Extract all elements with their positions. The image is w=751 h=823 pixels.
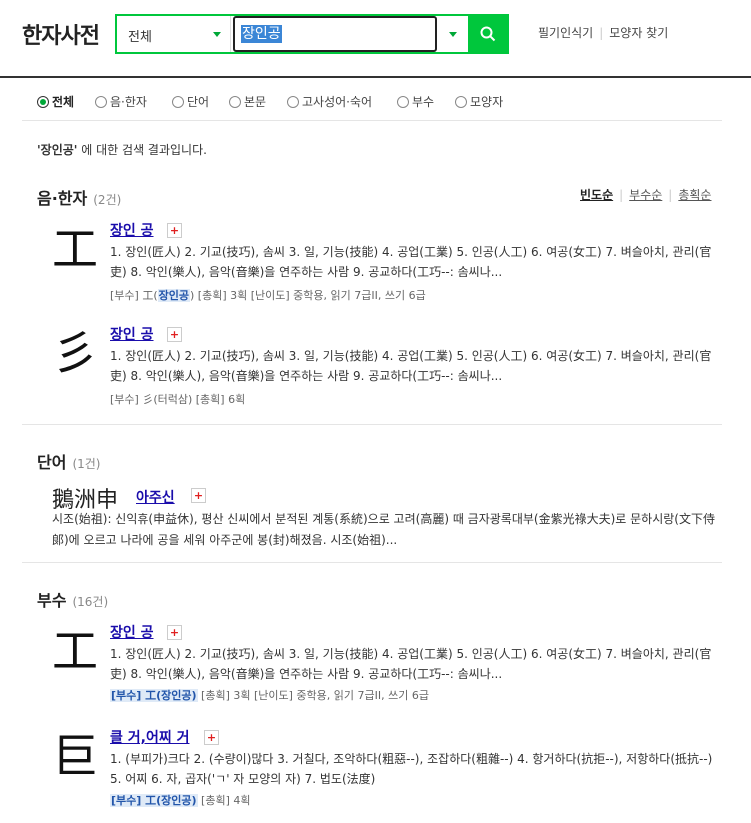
filter-word[interactable]: 단어: [172, 93, 209, 110]
filter-label: 전체: [52, 95, 75, 109]
add-wordbook-icon[interactable]: +: [167, 223, 182, 238]
handwriting-link[interactable]: 필기인식기: [538, 24, 593, 41]
section-title-radical: 부수 (16건): [37, 587, 108, 611]
search-icon: [480, 26, 496, 42]
filter-all[interactable]: 전체: [37, 93, 74, 110]
section-title-text: 부수: [37, 591, 67, 610]
word-title-link[interactable]: 아주신: [136, 487, 175, 507]
section-count: (2건): [93, 193, 122, 207]
section-count: (16건): [72, 595, 109, 609]
meta-text: [총획] 4획: [197, 794, 251, 807]
hanja-entry: 工 장인 공 + 1. 장인(匠人) 2. 기교(技巧), 솜씨 3. 일, 기…: [22, 220, 722, 310]
hanja-char[interactable]: 彡: [52, 328, 98, 378]
add-wordbook-icon[interactable]: +: [191, 488, 206, 503]
scope-select-value: 전체: [128, 30, 152, 45]
result-suffix: 에 대한 검색 결과입니다.: [77, 143, 207, 157]
divider: |: [599, 26, 604, 40]
entry-description: 1. 장인(匠人) 2. 기교(技巧), 솜씨 3. 일, 기능(技能) 4. …: [110, 245, 712, 279]
site-logo[interactable]: 한자사전: [22, 18, 100, 50]
filter-text[interactable]: 본문: [229, 93, 266, 110]
entry-title-link[interactable]: 장인 공: [110, 622, 154, 642]
word-description: 시조(始祖): 신익휴(申益休), 평산 신씨에서 분적된 계통(系統)으로 고…: [52, 512, 715, 547]
radio-icon: [95, 95, 107, 108]
radio-icon: [287, 95, 299, 108]
add-wordbook-icon[interactable]: +: [204, 730, 219, 745]
header: 한자사전 전체 장인공 필기인식기 | 모양자 찾기: [0, 0, 751, 78]
search-box: 전체 장인공: [115, 14, 509, 54]
filter-hanja[interactable]: 음·한자: [95, 93, 147, 110]
add-wordbook-icon[interactable]: +: [167, 327, 182, 342]
entry-meta: [부수] 工(장인공) [총획] 4획: [110, 792, 250, 808]
entry-description: 1. (부피가)크다 2. (수량이)많다 3. 거칠다, 조악하다(粗惡--)…: [110, 752, 713, 786]
radio-icon: [229, 95, 241, 108]
sort-strokes[interactable]: 총획순: [678, 188, 711, 202]
entry-title-link[interactable]: 클 거,어찌 거: [110, 727, 189, 747]
hanja-char[interactable]: 巨: [52, 731, 98, 781]
entry-description: 1. 장인(匠人) 2. 기교(技巧), 솜씨 3. 일, 기능(技能) 4. …: [110, 647, 712, 681]
section-divider: [22, 424, 722, 425]
divider: |: [619, 188, 624, 202]
radio-icon: [455, 95, 467, 108]
chevron-down-icon: [213, 32, 221, 37]
sort-frequency[interactable]: 빈도순: [580, 188, 613, 202]
radio-icon: [37, 95, 49, 108]
filter-radical[interactable]: 부수: [397, 93, 434, 110]
result-message: '장인공' 에 대한 검색 결과입니다.: [37, 141, 207, 158]
radio-icon: [397, 95, 409, 108]
filter-label: 부수: [412, 95, 435, 109]
divider: |: [668, 188, 673, 202]
section-count: (1건): [72, 457, 101, 471]
filter-idiom[interactable]: 고사성어·숙어: [287, 93, 372, 110]
meta-highlight: [부수] 工(장인공): [110, 794, 198, 807]
meta-text: [총획] 3획 [난이도] 중학용, 읽기 7급II, 쓰기 6급: [197, 689, 429, 702]
filter-label: 모양자: [470, 95, 504, 109]
entry-meta: [부수] 彡(터럭삼) [총획] 6획: [110, 393, 246, 406]
entry-meta: [부수] 工(장인공) [총획] 3획 [난이도] 중학용, 읽기 7급II, …: [110, 287, 426, 303]
section-title-hanja: 음·한자 (2건): [37, 185, 121, 209]
meta-text: [부수] 工(: [110, 289, 158, 302]
entry-title-link[interactable]: 장인 공: [110, 324, 154, 344]
entry-title-link[interactable]: 장인 공: [110, 220, 154, 240]
filter-tabs: 전체 음·한자 단어 본문 고사성어·숙어 부수 모양자: [22, 84, 722, 121]
header-links: 필기인식기 | 모양자 찾기: [538, 24, 668, 41]
scope-select[interactable]: 전체: [117, 16, 231, 52]
section-title-text: 단어: [37, 453, 67, 472]
radical-entry: 工 장인 공 + 1. 장인(匠人) 2. 기교(技巧), 솜씨 3. 일, 기…: [22, 622, 722, 712]
meta-highlight: 장인공: [157, 289, 190, 302]
hanja-entry: 彡 장인 공 + 1. 장인(匠人) 2. 기교(技巧), 솜씨 3. 일, 기…: [22, 324, 722, 414]
search-button[interactable]: [468, 14, 509, 54]
search-input-value: 장인공: [241, 25, 282, 43]
filter-label: 본문: [244, 95, 267, 109]
hanja-char[interactable]: 工: [52, 224, 98, 274]
meta-highlight: [부수] 工(장인공): [110, 689, 198, 702]
autocomplete-toggle-icon[interactable]: [449, 32, 457, 37]
section-divider: [22, 562, 722, 563]
meta-text: ) [총획] 3획 [난이도] 중학용, 읽기 7급II, 쓰기 6급: [190, 289, 426, 302]
sort-radical[interactable]: 부수순: [629, 188, 662, 202]
add-wordbook-icon[interactable]: +: [167, 625, 182, 640]
filter-shape[interactable]: 모양자: [455, 93, 503, 110]
result-query: '장인공': [37, 143, 78, 157]
radical-entry: 巨 클 거,어찌 거 + 1. (부피가)크다 2. (수량이)많다 3. 거칠…: [22, 727, 722, 817]
section-title-text: 음·한자: [37, 189, 88, 208]
section-title-word: 단어 (1건): [37, 449, 101, 473]
shape-search-link[interactable]: 모양자 찾기: [609, 24, 668, 41]
entry-meta: [부수] 工(장인공) [총획] 3획 [난이도] 중학용, 읽기 7급II, …: [110, 687, 429, 703]
filter-label: 음·한자: [110, 95, 147, 109]
hanja-char[interactable]: 工: [52, 626, 98, 676]
radio-icon: [172, 95, 184, 108]
filter-label: 단어: [187, 95, 210, 109]
sort-options: 빈도순 | 부수순 | 총획순: [580, 186, 711, 203]
entry-description: 1. 장인(匠人) 2. 기교(技巧), 솜씨 3. 일, 기능(技能) 4. …: [110, 349, 712, 383]
filter-label: 고사성어·숙어: [302, 95, 373, 109]
